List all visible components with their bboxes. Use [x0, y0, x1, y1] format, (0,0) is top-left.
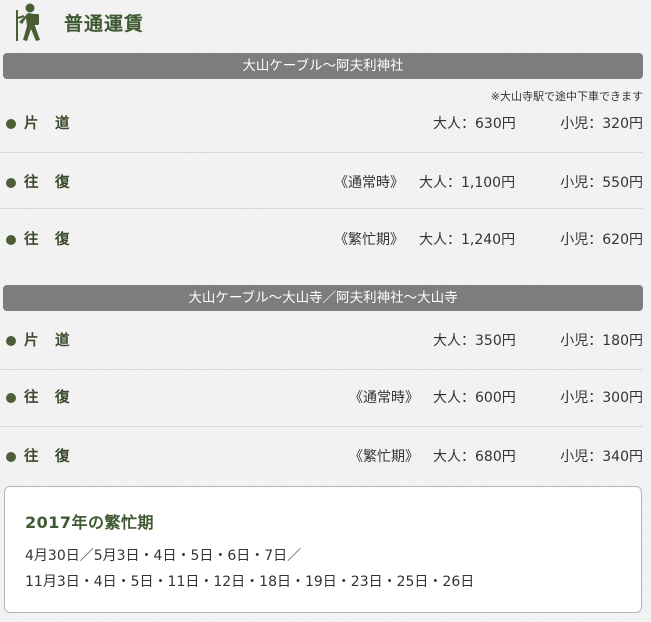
- fare-row-roundtrip-normal: 往 復 《通常時》 大人：600円 小児：300円: [0, 370, 651, 426]
- bullet-icon: [6, 452, 16, 462]
- fare-label: 往 復: [24, 232, 71, 248]
- bullet-icon: [6, 393, 16, 403]
- adult-fare: 大人：350円: [433, 333, 516, 349]
- busy-period-title: 2017年の繁忙期: [25, 513, 155, 532]
- divider: [0, 426, 643, 427]
- child-fare: 小児：550円: [560, 175, 643, 191]
- route-bar-cable-oyamadera: 大山ケーブル～大山寺／阿夫利神社～大山寺: [3, 285, 643, 311]
- fare-row-roundtrip-busy: 往 復 《繁忙期》 大人：680円 小児：340円: [0, 429, 651, 485]
- route-bar-cable-afuri: 大山ケーブル～阿夫利神社: [3, 53, 643, 79]
- busy-period-dates-line-1: 4月30日／5月3日・4日・5日・6日・7日／: [25, 548, 302, 564]
- busy-period-box: 2017年の繁忙期 4月30日／5月3日・4日・5日・6日・7日／ 11月3日・…: [4, 486, 642, 613]
- fare-row-oneway: 片 道 大人：350円 小児：180円: [0, 313, 651, 369]
- adult-fare: 大人：680円: [433, 449, 516, 465]
- fare-row-roundtrip-normal: 往 復 《通常時》 大人：1,100円 小児：550円: [0, 155, 651, 211]
- bullet-icon: [6, 178, 16, 188]
- period-label: 《通常時》: [349, 390, 419, 406]
- hiker-icon: [16, 3, 40, 41]
- fare-label: 片 道: [24, 116, 71, 132]
- child-fare: 小児：300円: [560, 390, 643, 406]
- fare-row-roundtrip-busy: 往 復 《繁忙期》 大人：1,240円 小児：620円: [0, 212, 651, 268]
- adult-fare: 大人：630円: [433, 116, 516, 132]
- child-fare: 小児：180円: [560, 333, 643, 349]
- adult-fare: 大人：600円: [433, 390, 516, 406]
- fare-label: 往 復: [24, 175, 71, 191]
- bullet-icon: [6, 235, 16, 245]
- busy-period-dates-line-2: 11月3日・4日・5日・11日・12日・18日・19日・23日・25日・26日: [25, 574, 475, 590]
- period-label: 《繁忙期》: [334, 232, 404, 248]
- adult-fare: 大人：1,100円: [419, 175, 516, 191]
- period-label: 《通常時》: [334, 175, 404, 191]
- adult-fare: 大人：1,240円: [419, 232, 516, 248]
- divider: [0, 208, 643, 209]
- child-fare: 小児：620円: [560, 232, 643, 248]
- page-header: 普通運賃: [12, 0, 144, 44]
- child-fare: 小児：320円: [560, 116, 643, 132]
- fare-label: 片 道: [24, 333, 71, 349]
- page-title: 普通運賃: [64, 12, 145, 35]
- bullet-icon: [6, 336, 16, 346]
- fare-row-oneway: 片 道 大人：630円 小児：320円: [0, 96, 651, 152]
- divider: [0, 152, 643, 153]
- period-label: 《繁忙期》: [349, 449, 419, 465]
- child-fare: 小児：340円: [560, 449, 643, 465]
- fare-label: 往 復: [24, 449, 71, 465]
- fare-label: 往 復: [24, 390, 71, 406]
- bullet-icon: [6, 119, 16, 129]
